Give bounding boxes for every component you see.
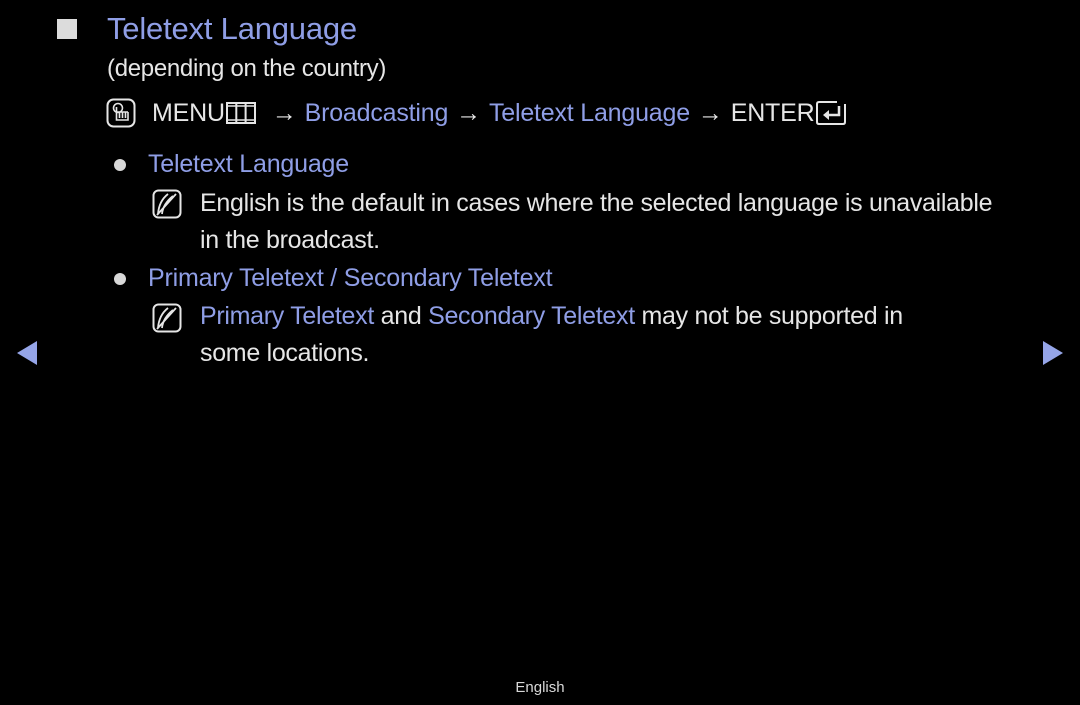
enter-icon (816, 101, 847, 125)
triangle-right-icon[interactable] (1043, 341, 1063, 365)
menu-step-menu: MENU (152, 99, 264, 128)
title-square-icon (57, 19, 77, 39)
note-icon (152, 303, 182, 333)
page-subtitle: (depending on the country) (107, 55, 387, 82)
note-segment: may not be supported in (634, 302, 904, 330)
menu-step-label: MENU (152, 98, 225, 127)
bullet-icon (114, 159, 126, 171)
note-line: in the broadcast. (200, 226, 380, 254)
menu-grid-icon (225, 102, 256, 124)
section-heading-teletext-language: Teletext Language (148, 150, 349, 178)
menu-step-enter: ENTER (731, 99, 848, 128)
path-separator: → (697, 98, 723, 127)
note-text: Primary Teletext and Secondary Teletext … (200, 298, 903, 372)
term-secondary-teletext: Secondary Teletext (428, 302, 635, 330)
footer-language: English (515, 679, 565, 696)
menu-step-teletext-language: Teletext Language (488, 98, 690, 127)
page-title: Teletext Language (107, 11, 357, 46)
menu-step-label: ENTER (730, 98, 815, 127)
bullet-icon (114, 273, 126, 285)
path-separator: → (456, 98, 481, 127)
menu-path: MENU → Broadcasting → Teletext Language … (106, 98, 847, 128)
note-line: Primary Teletext and Secondary Teletext … (200, 298, 903, 335)
note-segment: and (373, 302, 429, 330)
note-text: English is the default in cases where th… (200, 185, 993, 259)
note-line: some locations. (200, 339, 370, 367)
note-line: English is the default in cases where th… (200, 189, 993, 217)
path-separator: → (271, 98, 297, 127)
note-icon (152, 189, 182, 219)
section-heading-primary-secondary-teletext: Primary Teletext / Secondary Teletext (148, 264, 553, 292)
otools-hand-icon (106, 98, 136, 128)
menu-step-broadcasting: Broadcasting (304, 98, 449, 127)
triangle-left-icon[interactable] (17, 341, 37, 365)
term-primary-teletext: Primary Teletext (200, 302, 374, 330)
